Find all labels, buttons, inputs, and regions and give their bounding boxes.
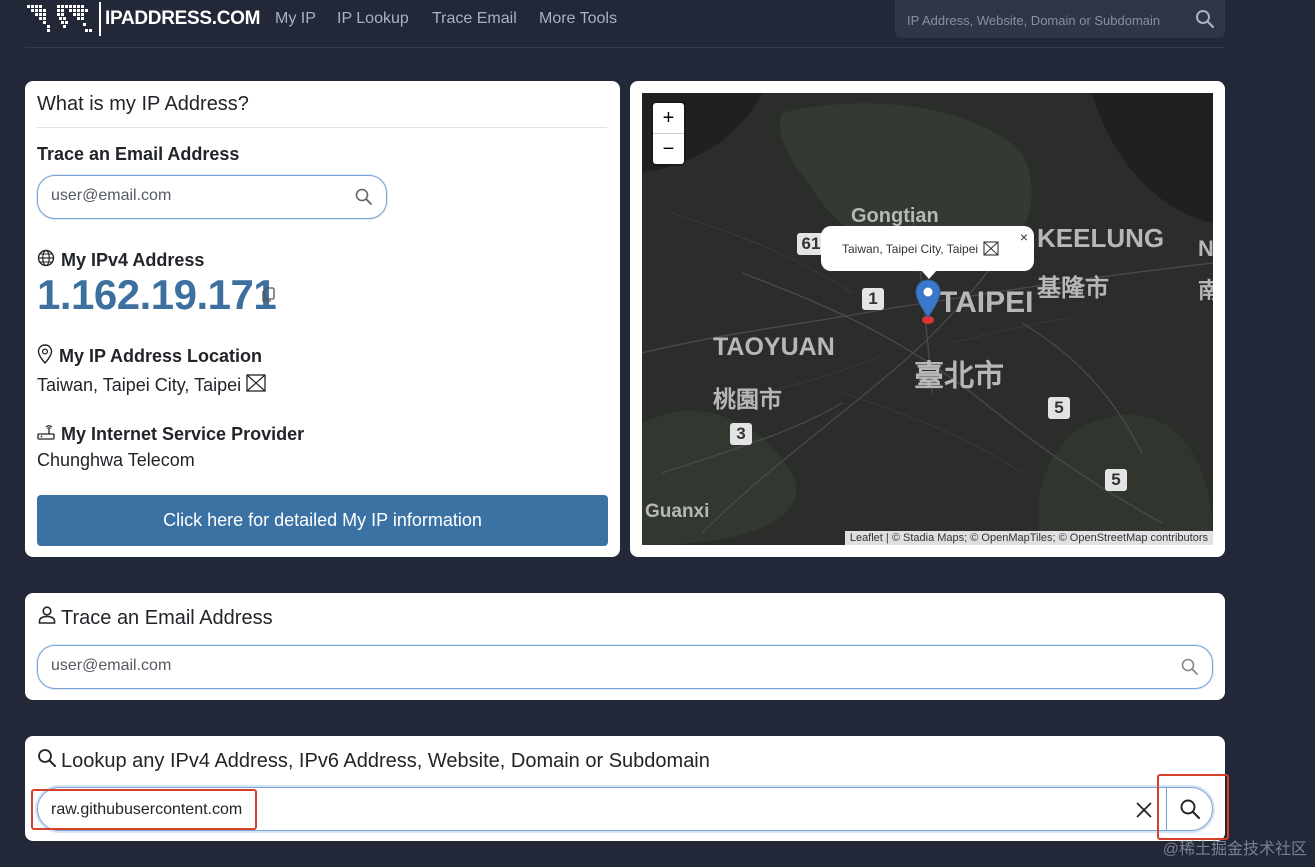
map-attribution: Leaflet | © Stadia Maps; © OpenMapTiles;… [844, 531, 1213, 545]
zoom-control: + − [653, 103, 684, 164]
header-divider [25, 47, 1225, 48]
site-logo[interactable]: IPADDRESS.COM [25, 0, 260, 38]
popup-tip [920, 269, 938, 279]
map-label-keelung: KEELUNG [1037, 223, 1165, 253]
watermark: @稀土掘金技术社区 [1162, 841, 1307, 858]
attribution-text: | © Stadia Maps; © OpenMapTiles; © OpenS… [882, 532, 1208, 544]
search-icon[interactable] [1195, 9, 1215, 34]
map-marker-icon[interactable] [915, 279, 941, 330]
nav-ip-lookup[interactable]: IP Lookup [337, 10, 409, 28]
road-shield: 5 [1105, 469, 1127, 491]
map-label-keelung-zh: 基隆市 [1037, 275, 1109, 302]
lookup-title: Lookup any IPv4 Address, IPv6 Address, W… [61, 749, 710, 772]
card-title: What is my IP Address? [37, 93, 249, 115]
trace-email-label: Trace an Email Address [37, 144, 239, 165]
trace-email-card: Trace an Email Address [25, 593, 1225, 700]
ipv4-label-text: My IPv4 Address [61, 250, 205, 270]
flag-placeholder-icon [246, 374, 266, 397]
location-map[interactable]: Gongtian KEELUNG 基隆市 TAIPEI 臺北市 TAOYUAN … [642, 93, 1213, 545]
header-search [895, 0, 1225, 38]
popup-text: Taiwan, Taipei City, Taipei [842, 242, 979, 256]
search-icon[interactable] [355, 188, 373, 211]
annotation-highlight-input [31, 789, 257, 830]
map-label-taipei-zh: 臺北市 [914, 360, 1004, 393]
detailed-ip-info-button[interactable]: Click here for detailed My IP informatio… [37, 495, 608, 546]
my-ip-card: What is my IP Address? Trace an Email Ad… [25, 81, 620, 557]
location-value: Taiwan, Taipei City, Taipei [37, 375, 242, 395]
location-label-text: My IP Address Location [59, 346, 263, 366]
nav-more-tools[interactable]: More Tools [539, 10, 617, 28]
location-value-row: Taiwan, Taipei City, Taipei [37, 374, 266, 397]
popup-close-button[interactable]: × [1020, 229, 1028, 245]
nav-my-ip[interactable]: My IP [275, 10, 316, 28]
map-label-taoyuan-zh: 桃園市 [713, 386, 782, 412]
ipv4-value: 1.162.19.171 [37, 271, 277, 318]
isp-label-text: My Internet Service Provider [61, 424, 305, 444]
nav-trace-email[interactable]: Trace Email [432, 10, 517, 28]
ipv4-label: My IPv4 Address [37, 249, 204, 272]
map-label-taoyuan: TAOYUAN [713, 333, 835, 361]
zoom-out-button[interactable]: − [653, 134, 684, 164]
map-label-taipei: TAIPEI [939, 286, 1034, 319]
trace-email-input[interactable] [49, 654, 1153, 678]
top-header: IPADDRESS.COM My IP IP Lookup Trace Emai… [0, 0, 1315, 48]
world-map-logo-icon [25, 1, 95, 37]
logo-text: IPADDRESS.COM [105, 8, 261, 29]
copy-icon[interactable] [261, 287, 275, 308]
leaflet-link[interactable]: Leaflet [850, 532, 883, 544]
search-icon[interactable] [1181, 658, 1199, 681]
road-shield: 3 [730, 423, 752, 445]
map-label-n-edge: N [1198, 236, 1213, 261]
logo-separator [99, 2, 101, 36]
map-label-nan-edge: 南 [1198, 278, 1213, 303]
map-card: Gongtian KEELUNG 基隆市 TAIPEI 臺北市 TAOYUAN … [630, 81, 1225, 557]
router-icon [37, 423, 55, 446]
map-label-gongtian: Gongtian [851, 205, 939, 227]
trace-email-title: Trace an Email Address [61, 606, 273, 629]
map-label-guanxi: Guanxi [645, 501, 710, 522]
marker-popup: Taiwan, Taipei City, Taipei × [821, 226, 1034, 271]
globe-icon [37, 249, 55, 272]
zoom-in-button[interactable]: + [653, 103, 684, 133]
header-search-input[interactable] [905, 8, 1189, 32]
annotation-highlight-search [1157, 774, 1229, 840]
lookup-heading: Lookup any IPv4 Address, IPv6 Address, W… [37, 748, 710, 774]
flag-placeholder-icon [983, 241, 999, 259]
email-input[interactable] [49, 184, 343, 208]
email-field [37, 175, 387, 219]
trace-email-label-text: Trace an Email Address [37, 144, 240, 164]
search-icon [37, 748, 57, 774]
isp-label: My Internet Service Provider [37, 423, 304, 446]
road-shield: 5 [1048, 397, 1070, 419]
map-pin-icon [37, 344, 53, 369]
divider [37, 127, 607, 128]
trace-email-field [37, 645, 1213, 689]
person-icon [37, 605, 57, 631]
location-label: My IP Address Location [37, 344, 262, 369]
isp-value: Chunghwa Telecom [37, 450, 195, 470]
clear-icon[interactable] [1134, 800, 1154, 825]
road-shield: 1 [862, 288, 884, 310]
trace-email-heading: Trace an Email Address [37, 605, 273, 631]
